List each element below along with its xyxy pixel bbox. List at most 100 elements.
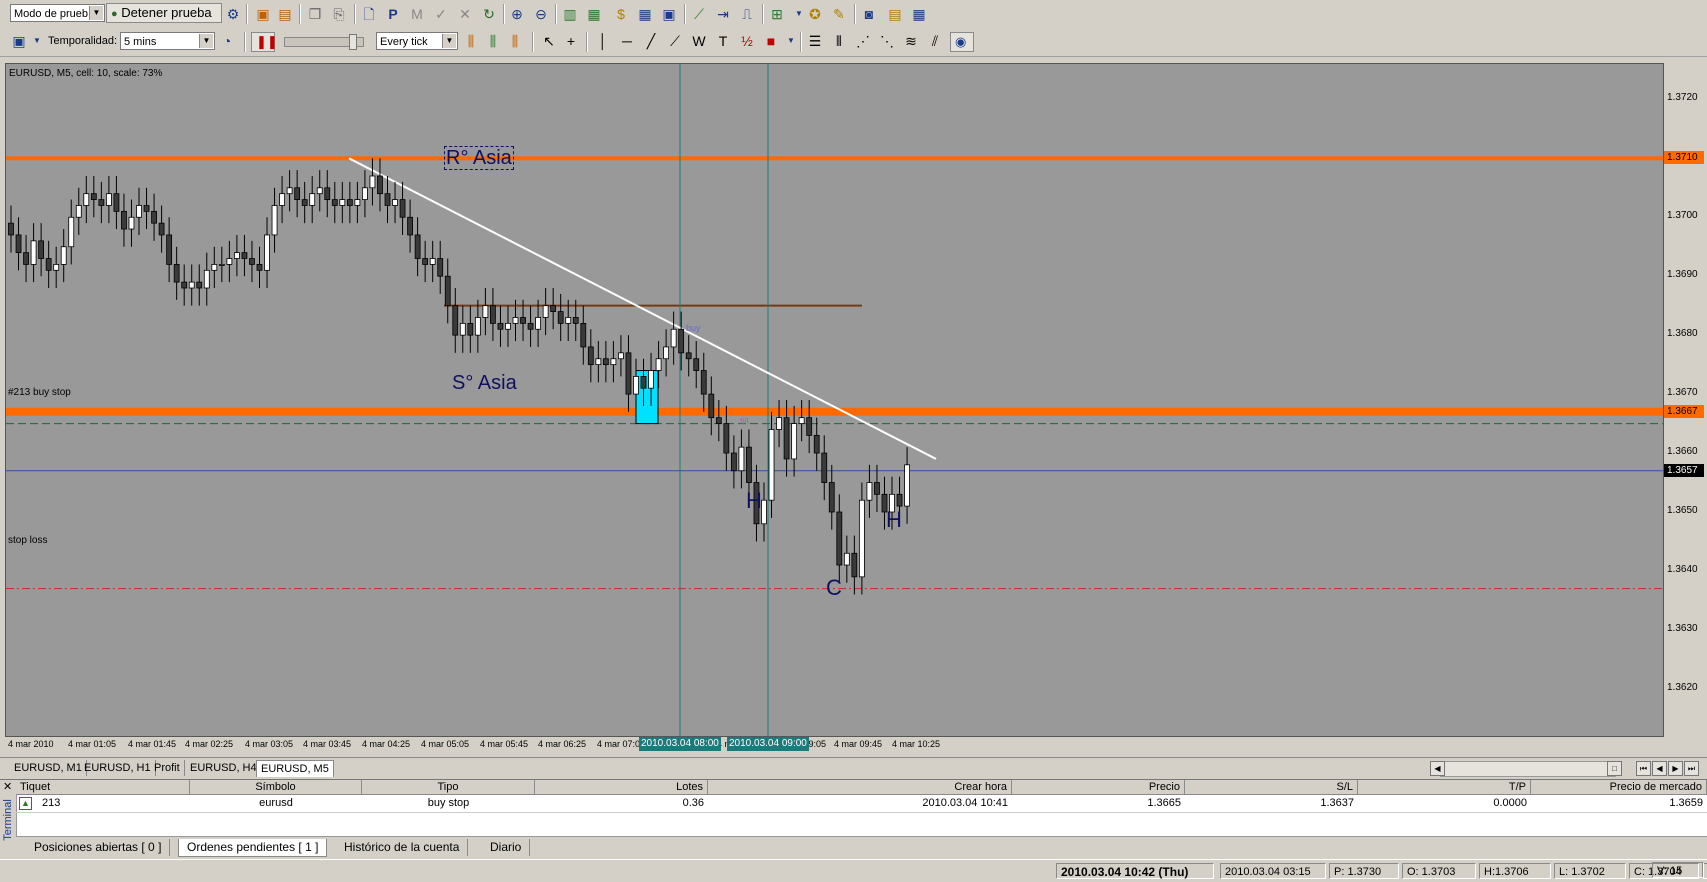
chart-tab-eurusd-m5[interactable]: EURUSD, M5: [256, 760, 334, 777]
close-icon[interactable]: ✕: [3, 780, 12, 793]
new-file-icon[interactable]: 🗋: [360, 5, 378, 23]
speed-slider-knob[interactable]: [349, 34, 357, 50]
chart-tab-eurusd-h1[interactable]: EURUSD, H1: [80, 760, 156, 776]
copy-icon[interactable]: ❐: [306, 5, 324, 23]
cursor-icon[interactable]: ↖: [540, 32, 558, 50]
separator: [246, 4, 248, 24]
chart-tab-profit[interactable]: Profit: [150, 760, 185, 776]
ray-icon[interactable]: ⟋: [666, 32, 684, 50]
paste-icon[interactable]: ⎘: [330, 5, 348, 23]
bear-candle: [572, 317, 579, 324]
price-tick-label: 1.3620: [1667, 681, 1698, 693]
col-sl[interactable]: S/L: [1185, 780, 1358, 795]
list-icon[interactable]: ☰: [806, 32, 824, 50]
stop-test-button[interactable]: ● Detener prueba: [106, 3, 222, 23]
time-tick-label: 4 mar 04:25: [362, 739, 411, 749]
terminal-icon[interactable]: ▤: [886, 5, 904, 23]
col-lotes[interactable]: Lotes: [535, 780, 708, 795]
bear-candle: [181, 281, 188, 289]
tabs-scrollbar[interactable]: [1440, 761, 1616, 777]
tab-historico[interactable]: Histórico de la cuenta: [336, 839, 469, 856]
scroll-left-icon[interactable]: ◀: [1430, 761, 1445, 776]
c-label[interactable]: C: [826, 575, 842, 601]
horizontal-line-icon[interactable]: ─: [618, 32, 636, 50]
col-tipo[interactable]: Tipo: [362, 780, 535, 795]
col-precio[interactable]: Precio: [1012, 780, 1185, 795]
text-icon[interactable]: T: [714, 32, 732, 50]
prev-tab-icon[interactable]: ◀: [1652, 761, 1667, 776]
m-icon[interactable]: M: [408, 5, 426, 23]
channel-icon[interactable]: ≋: [902, 32, 920, 50]
next-tab-icon[interactable]: ▶: [1668, 761, 1683, 776]
h-label-left[interactable]: H: [746, 488, 762, 514]
col-tiquet[interactable]: Tiquet: [16, 780, 190, 795]
gann-icon[interactable]: ⋱: [878, 32, 896, 50]
expert-icon[interactable]: ✪: [806, 5, 824, 23]
add-indicator-icon[interactable]: ⊞: [768, 5, 786, 23]
magnet-button[interactable]: ◉: [950, 32, 974, 52]
zoom-out-icon[interactable]: ⊖: [532, 5, 550, 23]
autoscroll-icon[interactable]: ⎍: [738, 5, 756, 23]
chevron-down-icon[interactable]: ▼: [28, 32, 46, 50]
bars-icon[interactable]: ⫼: [462, 32, 480, 50]
new-chart-icon[interactable]: ▣: [10, 32, 28, 50]
screenshot-icon[interactable]: ◙: [860, 5, 878, 23]
trendline-icon[interactable]: ╱: [642, 32, 660, 50]
fibo-icon[interactable]: ½: [738, 32, 756, 50]
chart-tab-eurusd-m1[interactable]: EURUSD, M1: [10, 760, 87, 776]
speed-slider[interactable]: [284, 34, 364, 50]
data-window-icon[interactable]: ▦: [910, 5, 928, 23]
price-axis[interactable]: 1.3720 1.3710 1.3700 1.3690 1.3680 1.3670 1.36…: [1663, 63, 1705, 735]
mode-select[interactable]: Modo de prueb ▼: [10, 4, 105, 22]
grid-icon[interactable]: ▦: [636, 5, 654, 23]
chart-plot[interactable]: EURUSD, M5, cell: 10, scale: 73% R° Asia…: [5, 63, 1664, 737]
open-folder-icon[interactable]: ▣: [254, 5, 272, 23]
crosshair-icon[interactable]: +: [562, 32, 580, 50]
tab-diario[interactable]: Diario: [482, 839, 531, 856]
zoom-in-icon[interactable]: ⊕: [508, 5, 526, 23]
delete-icon[interactable]: ✕: [456, 5, 474, 23]
candle-chart-icon[interactable]: ▦: [585, 5, 603, 23]
chevron-down-icon: ▼: [442, 34, 456, 48]
s-asia-label[interactable]: S° Asia: [452, 372, 517, 394]
vertical-line-icon[interactable]: │: [594, 32, 612, 50]
line-icon[interactable]: ⫼: [506, 32, 524, 50]
chevron-down-icon[interactable]: ▼: [782, 32, 800, 50]
first-tab-icon[interactable]: ⏮: [1636, 761, 1651, 776]
pause-button[interactable]: ❚❚: [251, 32, 278, 52]
bear-candle: [166, 234, 173, 265]
gauge-icon[interactable]: ◔: [218, 32, 236, 50]
timeframe-select[interactable]: 5 mins ▼: [120, 32, 215, 50]
columns-icon[interactable]: ⫴: [830, 32, 848, 50]
col-precio-mercado[interactable]: Precio de mercado: [1531, 780, 1707, 795]
p-icon[interactable]: P: [384, 5, 402, 23]
candles-icon[interactable]: ⫼: [484, 32, 502, 50]
folder-icon[interactable]: ▤: [276, 5, 294, 23]
shapes-icon[interactable]: ■: [762, 32, 780, 50]
tick-mode-select[interactable]: Every tick ▼: [376, 32, 458, 50]
pitchfork-icon[interactable]: ⫽: [926, 32, 944, 50]
tab-ordenes-pendientes[interactable]: Ordenes pendientes [ 1 ]: [178, 839, 328, 857]
refresh-icon[interactable]: ↻: [480, 5, 498, 23]
col-tp[interactable]: T/P: [1358, 780, 1531, 795]
chart-tab-eurusd-h4[interactable]: EURUSD, H4: [186, 760, 262, 776]
scroll-chart-icon[interactable]: ⇥: [714, 5, 732, 23]
currency-icon[interactable]: $: [612, 5, 630, 23]
bar-chart-icon[interactable]: ▥: [561, 5, 579, 23]
bull-candle: [136, 205, 142, 218]
tab-posiciones-abiertas[interactable]: Posiciones abiertas [ 0 ]: [26, 839, 171, 856]
check-icon[interactable]: ✓: [432, 5, 450, 23]
fan-icon[interactable]: ⋰: [854, 32, 872, 50]
w-icon[interactable]: W: [690, 32, 708, 50]
last-tab-icon[interactable]: ⏭: [1684, 761, 1699, 776]
r-asia-label[interactable]: R° Asia: [444, 146, 514, 170]
col-crear-hora[interactable]: Crear hora: [708, 780, 1012, 795]
settings-icon[interactable]: ⚙: [224, 5, 242, 23]
h-label-right[interactable]: H: [886, 507, 902, 533]
windows-icon[interactable]: ▣: [660, 5, 678, 23]
col-simbolo[interactable]: Símbolo: [190, 780, 362, 795]
time-axis[interactable]: 4 mar 2010 4 mar 01:05 4 mar 01:45 4 mar 02…: [5, 737, 1662, 751]
broom-icon[interactable]: ✎: [830, 5, 848, 23]
line-chart-icon[interactable]: ⟋: [690, 5, 708, 23]
scroll-box-icon[interactable]: □: [1607, 761, 1622, 776]
